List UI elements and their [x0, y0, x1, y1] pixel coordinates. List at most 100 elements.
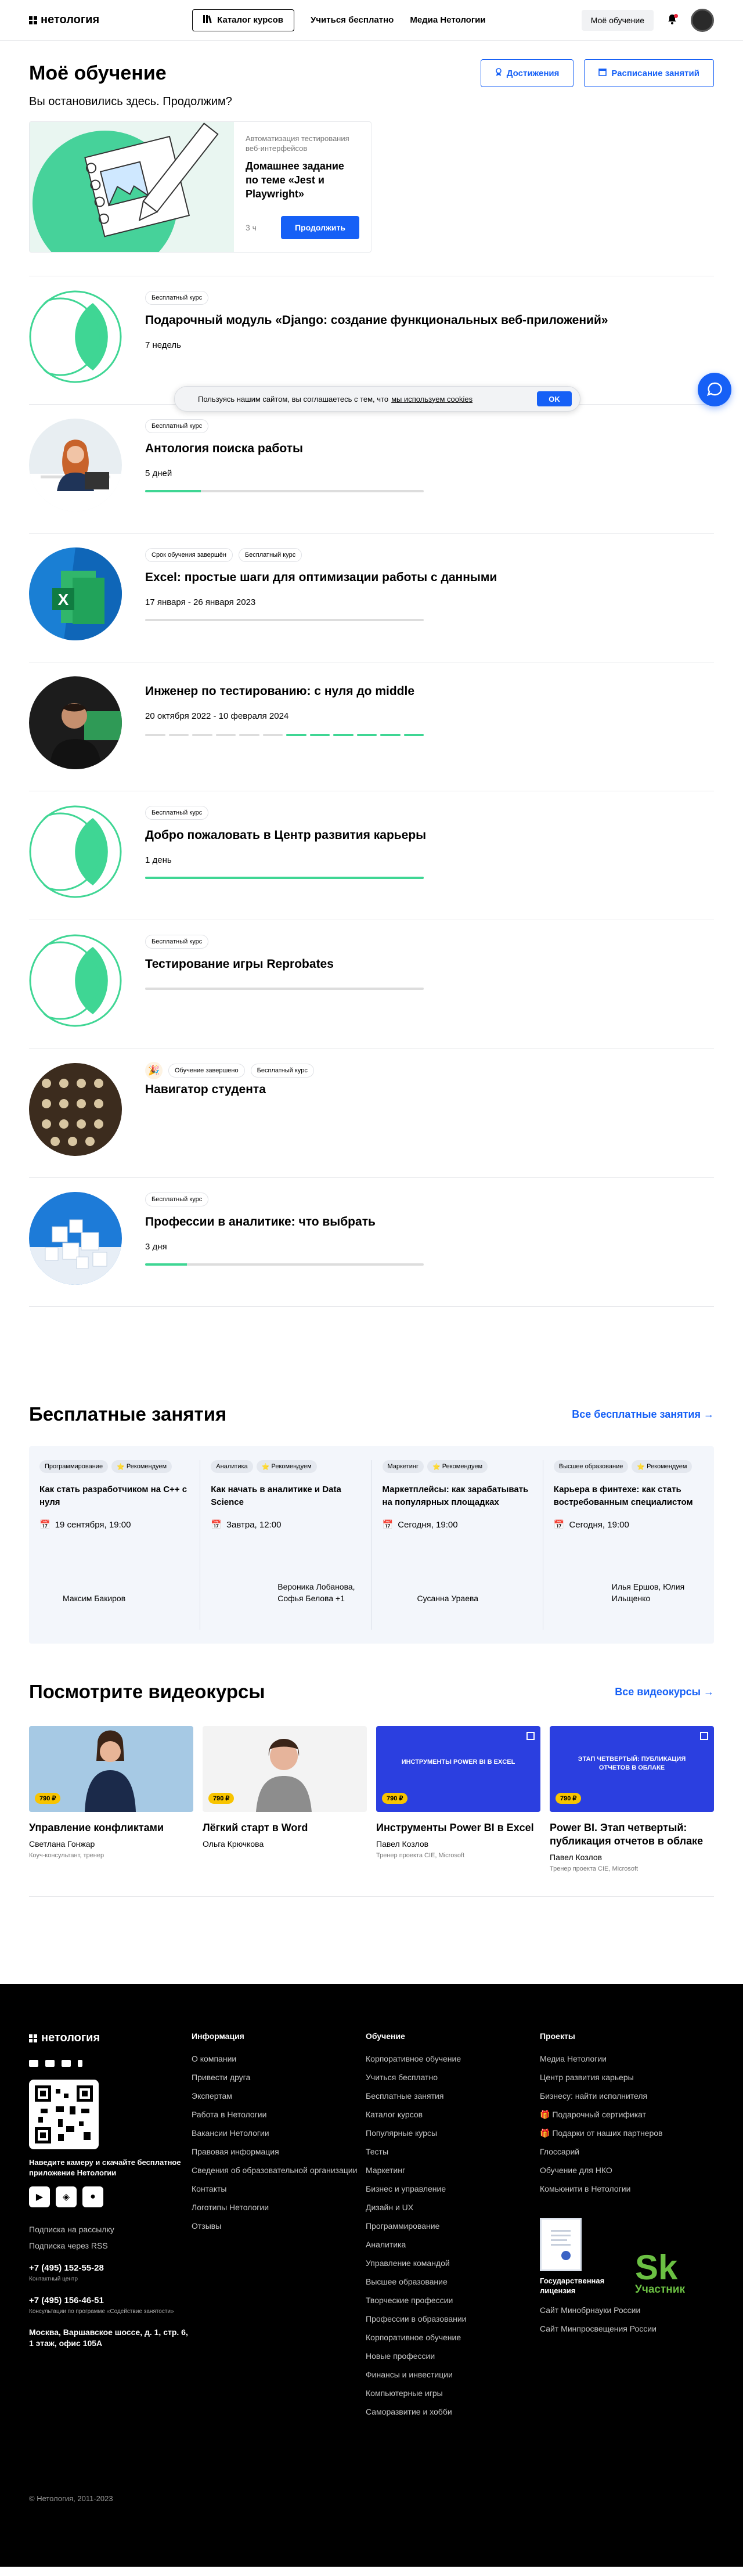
lesson-title: Маркетплейсы: как зарабатывать на популя…	[382, 1485, 529, 1507]
footer-link[interactable]: Каталог курсов	[366, 2109, 540, 2120]
free-lesson-card[interactable]: Программирование ⭐ Рекомендуем Как стать …	[29, 1460, 201, 1630]
course-item[interactable]: Бесплатный курс Тестирование игры Reprob…	[29, 920, 714, 1049]
video-card[interactable]: 790 ₽ Лёгкий старт в Word Ольга Крючкова	[203, 1726, 367, 1873]
video-card[interactable]: ЭТАП ЧЕТВЕРТЫЙ: ПУБЛИКАЦИЯ ОТЧЕТОВ В ОБЛ…	[550, 1726, 714, 1873]
newsletter-link[interactable]: Подписка на рассылку	[29, 2225, 192, 2234]
footer-link[interactable]: Творческие профессии	[366, 2295, 540, 2306]
video-author-role: Коуч-консультант, тренер	[29, 1852, 104, 1859]
footer-link[interactable]: Корпоративное обучение	[366, 2053, 540, 2065]
footer-link[interactable]: Управление командой	[366, 2258, 540, 2269]
footer-link[interactable]: Высшее образование	[366, 2276, 540, 2287]
footer-link[interactable]: Финансы и инвестиции	[366, 2369, 540, 2380]
free-lesson-card[interactable]: Аналитика ⭐ Рекомендуем Как начать в анал…	[200, 1460, 372, 1630]
footer-link[interactable]: Бизнес и управление	[366, 2184, 540, 2195]
footer-link[interactable]: Новые профессии	[366, 2351, 540, 2362]
phone-employment[interactable]: +7 (495) 156-46-51	[29, 2296, 192, 2305]
footer-link[interactable]: Дизайн и UX	[366, 2202, 540, 2213]
course-item[interactable]: Пользуясь нашим сайтом, вы соглашаетесь …	[29, 386, 714, 534]
footer-link[interactable]: Правовая информация	[192, 2146, 366, 2157]
footer-link[interactable]: Саморазвитие и хобби	[366, 2406, 540, 2418]
schedule-button[interactable]: Расписание занятий	[584, 59, 714, 87]
video-card[interactable]: 790 ₽ Управление конфликтами Светлана Го…	[29, 1726, 193, 1873]
footer-link[interactable]: Привести друга	[192, 2072, 366, 2083]
footer-link[interactable]: 🎁 Подарочный сертификат	[540, 2109, 714, 2120]
footer-link[interactable]: Компьютерные игры	[366, 2388, 540, 2399]
footer-link[interactable]: Контакты	[192, 2184, 366, 2195]
course-title[interactable]: Профессии в аналитике: что выбрать	[145, 1215, 714, 1229]
course-title[interactable]: Тестирование игры Reprobates	[145, 957, 714, 971]
google-play-icon[interactable]: ▶	[29, 2186, 50, 2207]
all-videos-link[interactable]: Все видеокурсы →	[615, 1686, 714, 1698]
skolkovo-logo[interactable]: Sk Участник	[635, 2250, 685, 2296]
free-lessons-title: Бесплатные занятия	[29, 1403, 227, 1425]
notifications-button[interactable]	[662, 10, 683, 31]
footer-link[interactable]: Вакансии Нетологии	[192, 2128, 366, 2139]
cookie-ok-button[interactable]: OK	[537, 391, 572, 406]
course-item[interactable]: Бесплатный курс Добро пожаловать в Центр…	[29, 791, 714, 920]
lesson-category: Аналитика	[211, 1460, 253, 1473]
nav-media[interactable]: Медиа Нетологии	[410, 15, 485, 25]
course-title[interactable]: Антология поиска работы	[145, 442, 714, 456]
netology-logo[interactable]: нетология	[29, 13, 99, 27]
video-author-role: Тренер проекта CIE, Microsoft	[550, 1865, 639, 1872]
course-title[interactable]: Навигатор студента	[145, 1083, 714, 1097]
chat-button[interactable]	[698, 373, 731, 406]
course-item[interactable]: Бесплатный курс Профессии в аналитике: ч…	[29, 1178, 714, 1307]
achievements-button[interactable]: Достижения	[480, 59, 574, 87]
footer-logo[interactable]: нетология	[29, 2031, 192, 2045]
appgallery-icon[interactable]: ◈	[56, 2186, 77, 2207]
footer-link[interactable]: Бизнесу: найти исполнителя	[540, 2091, 714, 2102]
footer-link[interactable]: О компании	[192, 2053, 366, 2065]
party-icon: 🎉	[145, 1062, 163, 1079]
course-title[interactable]: Подарочный модуль «Django: создание функ…	[145, 314, 714, 327]
footer-link[interactable]: Тесты	[366, 2146, 540, 2157]
footer-link[interactable]: Медиа Нетологии	[540, 2053, 714, 2065]
my-learning-button[interactable]: Моё обучение	[581, 9, 654, 31]
minprosvesheniya-link[interactable]: Сайт Минпросвещения России	[540, 2323, 714, 2334]
footer-link[interactable]: Профессии в образовании	[366, 2314, 540, 2325]
footer-link[interactable]: Экспертам	[192, 2091, 366, 2102]
apple-icon[interactable]: ●	[82, 2186, 103, 2207]
free-lesson-card[interactable]: Маркетинг ⭐ Рекомендуем Маркетплейсы: как…	[372, 1460, 543, 1630]
telegram-icon[interactable]	[62, 2060, 71, 2067]
footer-link[interactable]: Обучение для НКО	[540, 2165, 714, 2176]
course-item[interactable]: Инженер по тестированию: с нуля до middl…	[29, 662, 714, 791]
license-block[interactable]: Государственная лицензия	[540, 2218, 621, 2296]
user-avatar[interactable]	[691, 8, 714, 32]
nav-free-learning[interactable]: Учиться бесплатно	[311, 15, 394, 25]
footer-link[interactable]: Сведения об образовательной организации	[192, 2165, 366, 2176]
footer-link[interactable]: Комьюнити в Нетологии	[540, 2184, 714, 2195]
video-card[interactable]: ИНСТРУМЕНТЫ POWER BI В EXCEL 790 ₽ Инстр…	[376, 1726, 540, 1873]
vk-icon[interactable]	[29, 2060, 38, 2067]
footer-link[interactable]: 🎁 Подарки от наших партнеров	[540, 2128, 714, 2139]
footer-link[interactable]: Аналитика	[366, 2239, 540, 2250]
phone-icon[interactable]	[78, 2060, 82, 2067]
continue-card[interactable]: Автоматизация тестирования веб-интерфейс…	[29, 121, 372, 253]
rss-link[interactable]: Подписка через RSS	[29, 2241, 192, 2250]
footer-link[interactable]: Глоссарий	[540, 2146, 714, 2157]
footer-link[interactable]: Популярные курсы	[366, 2128, 540, 2139]
footer-link[interactable]: Центр развития карьеры	[540, 2072, 714, 2083]
footer-link[interactable]: Корпоративное обучение	[366, 2332, 540, 2343]
course-item[interactable]: X Срок обучения завершён Бесплатный курс …	[29, 534, 714, 662]
all-free-lessons-link[interactable]: Все бесплатные занятия →	[572, 1408, 714, 1421]
course-item[interactable]: 🎉 Обучение завершено Бесплатный курс Нав…	[29, 1049, 714, 1178]
course-item[interactable]: Бесплатный курс Подарочный модуль «Djang…	[29, 276, 714, 405]
footer-link[interactable]: Бесплатные занятия	[366, 2091, 540, 2102]
footer-link[interactable]: Отзывы	[192, 2221, 366, 2232]
minobrnauki-link[interactable]: Сайт Минобрнауки России	[540, 2305, 714, 2316]
phone-contact-center[interactable]: +7 (495) 152-55-28	[29, 2263, 192, 2273]
footer-link[interactable]: Учиться бесплатно	[366, 2072, 540, 2083]
footer-link[interactable]: Маркетинг	[366, 2165, 540, 2176]
footer-link[interactable]: Логотипы Нетологии	[192, 2202, 366, 2213]
free-lesson-card[interactable]: Высшее образование ⭐ Рекомендуем Карьера …	[543, 1460, 714, 1630]
catalog-button[interactable]: Каталог курсов	[192, 9, 294, 31]
course-title[interactable]: Инженер по тестированию: с нуля до middl…	[145, 684, 714, 698]
course-title[interactable]: Добро пожаловать в Центр развития карьер…	[145, 828, 714, 842]
continue-button[interactable]: Продолжить	[281, 216, 359, 239]
footer-link[interactable]: Программирование	[366, 2221, 540, 2232]
footer-link[interactable]: Работа в Нетологии	[192, 2109, 366, 2120]
youtube-icon[interactable]	[45, 2060, 55, 2067]
cookie-link[interactable]: мы используем cookies	[391, 395, 473, 403]
course-title[interactable]: Excel: простые шаги для оптимизации рабо…	[145, 571, 714, 585]
